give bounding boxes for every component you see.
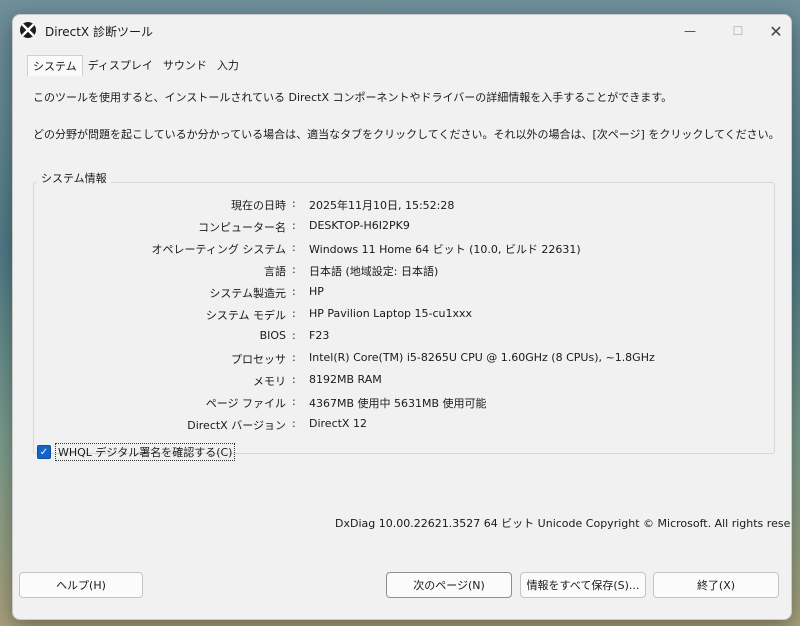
info-separator: : bbox=[292, 307, 296, 320]
info-separator: : bbox=[292, 329, 296, 342]
info-separator: : bbox=[292, 263, 296, 276]
info-separator: : bbox=[292, 197, 296, 210]
next-page-button[interactable]: 次のページ(N) bbox=[386, 572, 512, 598]
info-label: 現在の日時 bbox=[231, 199, 286, 212]
info-row-directx-version: DirectX バージョン : DirectX 12 bbox=[34, 415, 774, 435]
exit-button[interactable]: 終了(X) bbox=[653, 572, 779, 598]
info-row-manufacturer: システム製造元 : HP bbox=[34, 283, 774, 303]
info-label: プロセッサ bbox=[231, 353, 286, 366]
info-value: 8192MB RAM bbox=[309, 373, 382, 386]
help-button[interactable]: ヘルプ(H) bbox=[19, 572, 143, 598]
info-row-bios: BIOS : F23 bbox=[34, 327, 774, 347]
info-value: Windows 11 Home 64 ビット (10.0, ビルド 22631) bbox=[309, 243, 581, 256]
info-value: 4367MB 使用中 5631MB 使用可能 bbox=[309, 397, 487, 410]
info-value: F23 bbox=[309, 329, 330, 342]
info-value: HP bbox=[309, 285, 324, 298]
minimize-button[interactable]: — bbox=[677, 21, 703, 41]
info-value: HP Pavilion Laptop 15-cu1xxx bbox=[309, 307, 473, 320]
info-label: 言語 bbox=[264, 265, 286, 278]
info-label: メモリ bbox=[253, 375, 286, 388]
window-title: DirectX 診断ツール bbox=[45, 25, 153, 39]
info-separator: : bbox=[292, 351, 296, 364]
intro-text-2: どの分野が問題を起こしているか分かっている場合は、適当なタブをクリックしてくださ… bbox=[33, 128, 780, 141]
system-info-group-label: システム情報 bbox=[37, 170, 111, 186]
info-label: オペレーティング システム bbox=[151, 243, 286, 256]
intro-text-1: このツールを使用すると、インストールされている DirectX コンポーネントや… bbox=[33, 91, 673, 104]
tab-sound[interactable]: サウンド bbox=[158, 55, 212, 76]
info-value: Intel(R) Core(TM) i5-8265U CPU @ 1.60GHz… bbox=[309, 351, 655, 364]
info-row-page-file: ページ ファイル : 4367MB 使用中 5631MB 使用可能 bbox=[34, 393, 774, 413]
tab-bar: システム ディスプレイ サウンド 入力 bbox=[27, 55, 244, 76]
info-separator: : bbox=[292, 395, 296, 408]
directx-app-icon bbox=[20, 22, 36, 38]
info-row-language: 言語 : 日本語 (地域設定: 日本語) bbox=[34, 261, 774, 281]
info-label: ページ ファイル bbox=[205, 397, 286, 410]
info-label: システム モデル bbox=[205, 309, 286, 322]
info-row-os: オペレーティング システム : Windows 11 Home 64 ビット (… bbox=[34, 239, 774, 259]
title-bar[interactable]: DirectX 診断ツール — ☐ ✕ bbox=[13, 15, 791, 51]
whql-checkbox-control[interactable]: ✓ WHQL デジタル署名を確認する(C) bbox=[37, 443, 236, 461]
info-row-memory: メモリ : 8192MB RAM bbox=[34, 371, 774, 391]
tab-input[interactable]: 入力 bbox=[212, 55, 244, 76]
system-info-group: 現在の日時 : 2025年11月10日, 15:52:28 コンピューター名 :… bbox=[33, 182, 775, 454]
maximize-button[interactable]: ☐ bbox=[725, 21, 751, 41]
info-row-processor: プロセッサ : Intel(R) Core(TM) i5-8265U CPU @… bbox=[34, 349, 774, 369]
info-row-datetime: 現在の日時 : 2025年11月10日, 15:52:28 bbox=[34, 195, 774, 215]
info-separator: : bbox=[292, 219, 296, 232]
info-separator: : bbox=[292, 241, 296, 254]
info-label: BIOS bbox=[259, 329, 286, 342]
whql-checkbox[interactable]: ✓ bbox=[37, 445, 51, 459]
info-row-model: システム モデル : HP Pavilion Laptop 15-cu1xxx bbox=[34, 305, 774, 325]
info-value: 2025年11月10日, 15:52:28 bbox=[309, 199, 455, 212]
tab-system[interactable]: システム bbox=[27, 55, 83, 76]
info-separator: : bbox=[292, 373, 296, 386]
info-row-computer-name: コンピューター名 : DESKTOP-H6I2PK9 bbox=[34, 217, 774, 237]
info-label: DirectX バージョン bbox=[187, 419, 286, 432]
dxdiag-version-info: DxDiag 10.00.22621.3527 64 ビット Unicode C… bbox=[335, 517, 792, 530]
info-separator: : bbox=[292, 417, 296, 430]
info-label: コンピューター名 bbox=[198, 221, 286, 234]
close-button[interactable]: ✕ bbox=[763, 21, 789, 41]
info-value: DESKTOP-H6I2PK9 bbox=[309, 219, 410, 232]
info-value: 日本語 (地域設定: 日本語) bbox=[309, 265, 439, 278]
dxdiag-window: DirectX 診断ツール — ☐ ✕ システム ディスプレイ サウンド 入力 … bbox=[12, 14, 792, 620]
tab-display[interactable]: ディスプレイ bbox=[83, 55, 158, 76]
info-separator: : bbox=[292, 285, 296, 298]
save-all-info-button[interactable]: 情報をすべて保存(S)... bbox=[520, 572, 646, 598]
whql-checkbox-label[interactable]: WHQL デジタル署名を確認する(C) bbox=[55, 443, 236, 461]
info-label: システム製造元 bbox=[209, 287, 286, 300]
info-value: DirectX 12 bbox=[309, 417, 367, 430]
